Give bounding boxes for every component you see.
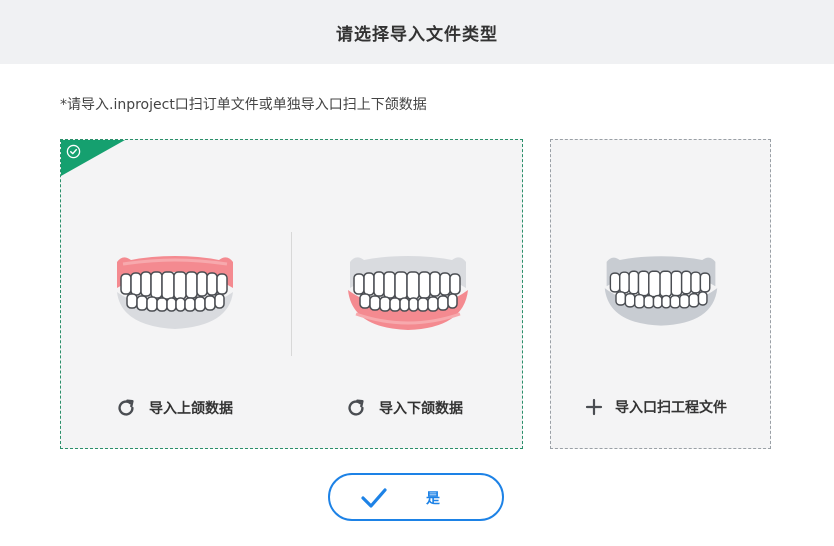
import-notice: *请导入.inproject口扫订单文件或单独导入口扫上下颌数据 xyxy=(60,97,427,113)
import-lower-jaw-button[interactable]: 导入下颌数据 xyxy=(345,397,463,419)
options-divider xyxy=(291,232,292,356)
import-lower-jaw-label: 导入下颌数据 xyxy=(379,401,463,417)
upper-jaw-image xyxy=(117,256,233,329)
selected-check-icon xyxy=(66,144,81,159)
refresh-icon xyxy=(118,399,134,416)
full-jaw-image xyxy=(604,256,718,326)
import-project-file-button[interactable]: 导入口扫工程文件 xyxy=(585,397,727,417)
import-upper-jaw-label: 导入上颌数据 xyxy=(149,401,233,417)
refresh-icon xyxy=(348,399,364,416)
dialog-title: 请选择导入文件类型 xyxy=(336,24,498,45)
confirm-label: 是 xyxy=(426,491,440,507)
import-project-file-label: 导入口扫工程文件 xyxy=(615,400,727,416)
lower-jaw-image xyxy=(348,256,468,330)
plus-icon xyxy=(585,398,603,416)
dialog-header: 请选择导入文件类型 xyxy=(0,0,834,64)
import-upper-jaw-button[interactable]: 导入上颌数据 xyxy=(115,397,233,419)
project-file-option-card[interactable]: 导入口扫工程文件 xyxy=(550,139,771,449)
jaw-data-option-card[interactable]: 导入上颌数据 导入下颌数据 xyxy=(60,139,523,449)
confirm-button[interactable]: 是 xyxy=(328,473,504,521)
check-icon xyxy=(361,488,387,508)
